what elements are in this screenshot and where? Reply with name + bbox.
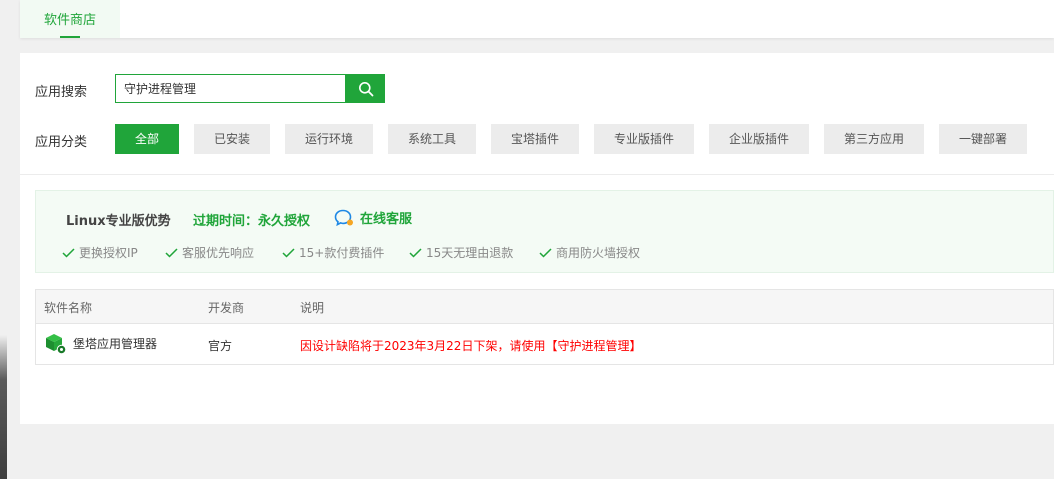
software-description: 因设计缺陷将于2023年3月22日下架，请使用【守护进程管理】 [300, 339, 642, 353]
search-icon [358, 81, 373, 96]
pro-advantage-banner: Linux专业版优势 过期时间： 永久授权 在线客服 更换授权IP 客服优先响应… [35, 190, 1054, 273]
promo-title: Linux专业版优势 [66, 214, 171, 229]
search-label: 应用搜索 [35, 85, 88, 100]
search-button[interactable] [346, 74, 385, 103]
tab-software-store[interactable]: 软件商店 [20, 0, 120, 38]
green-cube-icon [46, 334, 67, 355]
software-developer: 官方 [208, 339, 233, 353]
check-icon [165, 247, 178, 258]
category-pro-plugins[interactable]: 专业版插件 [594, 124, 694, 154]
feature-label: 客服优先响应 [182, 246, 255, 260]
online-service-link[interactable]: 在线客服 [334, 208, 412, 227]
category-label: 应用分类 [35, 135, 88, 150]
software-name[interactable]: 堡塔应用管理器 [73, 335, 157, 352]
online-service-label: 在线客服 [360, 212, 413, 227]
tab-software-store-label: 软件商店 [43, 13, 96, 28]
expire-value: 永久授权 [258, 214, 311, 229]
top-tab-bar: 软件商店 [20, 0, 1054, 38]
header-description: 说明 [300, 301, 325, 315]
left-edge-shadow [0, 0, 7, 479]
app-search-input[interactable] [115, 74, 346, 103]
feature-label: 商用防火墙授权 [556, 246, 641, 260]
feature-item: 更换授权IP [62, 244, 138, 261]
software-store-panel: 应用搜索 应用分类 全部 已安装 运行环境 系统工具 宝塔插件 专业版插件 企业… [20, 53, 1054, 424]
category-all[interactable]: 全部 [115, 124, 179, 154]
category-installed[interactable]: 已安装 [194, 124, 270, 154]
feature-item: 商用防火墙授权 [539, 244, 640, 261]
category-one-click-deploy[interactable]: 一键部署 [939, 124, 1027, 154]
feature-label: 15天无理由退款 [426, 246, 514, 260]
table-header: 软件名称 开发商 说明 [36, 290, 1053, 324]
feature-label: 更换授权IP [79, 246, 138, 260]
feature-item: 客服优先响应 [165, 244, 254, 261]
header-developer: 开发商 [208, 301, 245, 315]
category-system-tools[interactable]: 系统工具 [388, 124, 476, 154]
header-software-name: 软件名称 [44, 301, 93, 315]
category-third-party[interactable]: 第三方应用 [824, 124, 924, 154]
feature-item: 15天无理由退款 [409, 244, 513, 261]
software-table: 软件名称 开发商 说明 堡塔应用管理器 官方 因设计缺陷将于2023年3月22日… [35, 289, 1054, 365]
section-divider [20, 174, 1054, 175]
check-icon [282, 247, 295, 258]
check-icon [539, 247, 552, 258]
feature-label: 15+款付费插件 [299, 246, 385, 260]
tab-active-underline [60, 36, 80, 38]
chat-bubble-icon [334, 209, 353, 226]
category-bt-plugins[interactable]: 宝塔插件 [491, 124, 579, 154]
category-runtime[interactable]: 运行环境 [285, 124, 373, 154]
feature-item: 15+款付费插件 [282, 244, 384, 261]
check-icon [62, 247, 75, 258]
table-row[interactable]: 堡塔应用管理器 官方 因设计缺陷将于2023年3月22日下架，请使用【守护进程管… [36, 324, 1053, 364]
category-enterprise-plugins[interactable]: 企业版插件 [709, 124, 809, 154]
check-icon [409, 247, 422, 258]
expire-label: 过期时间： [193, 214, 259, 229]
